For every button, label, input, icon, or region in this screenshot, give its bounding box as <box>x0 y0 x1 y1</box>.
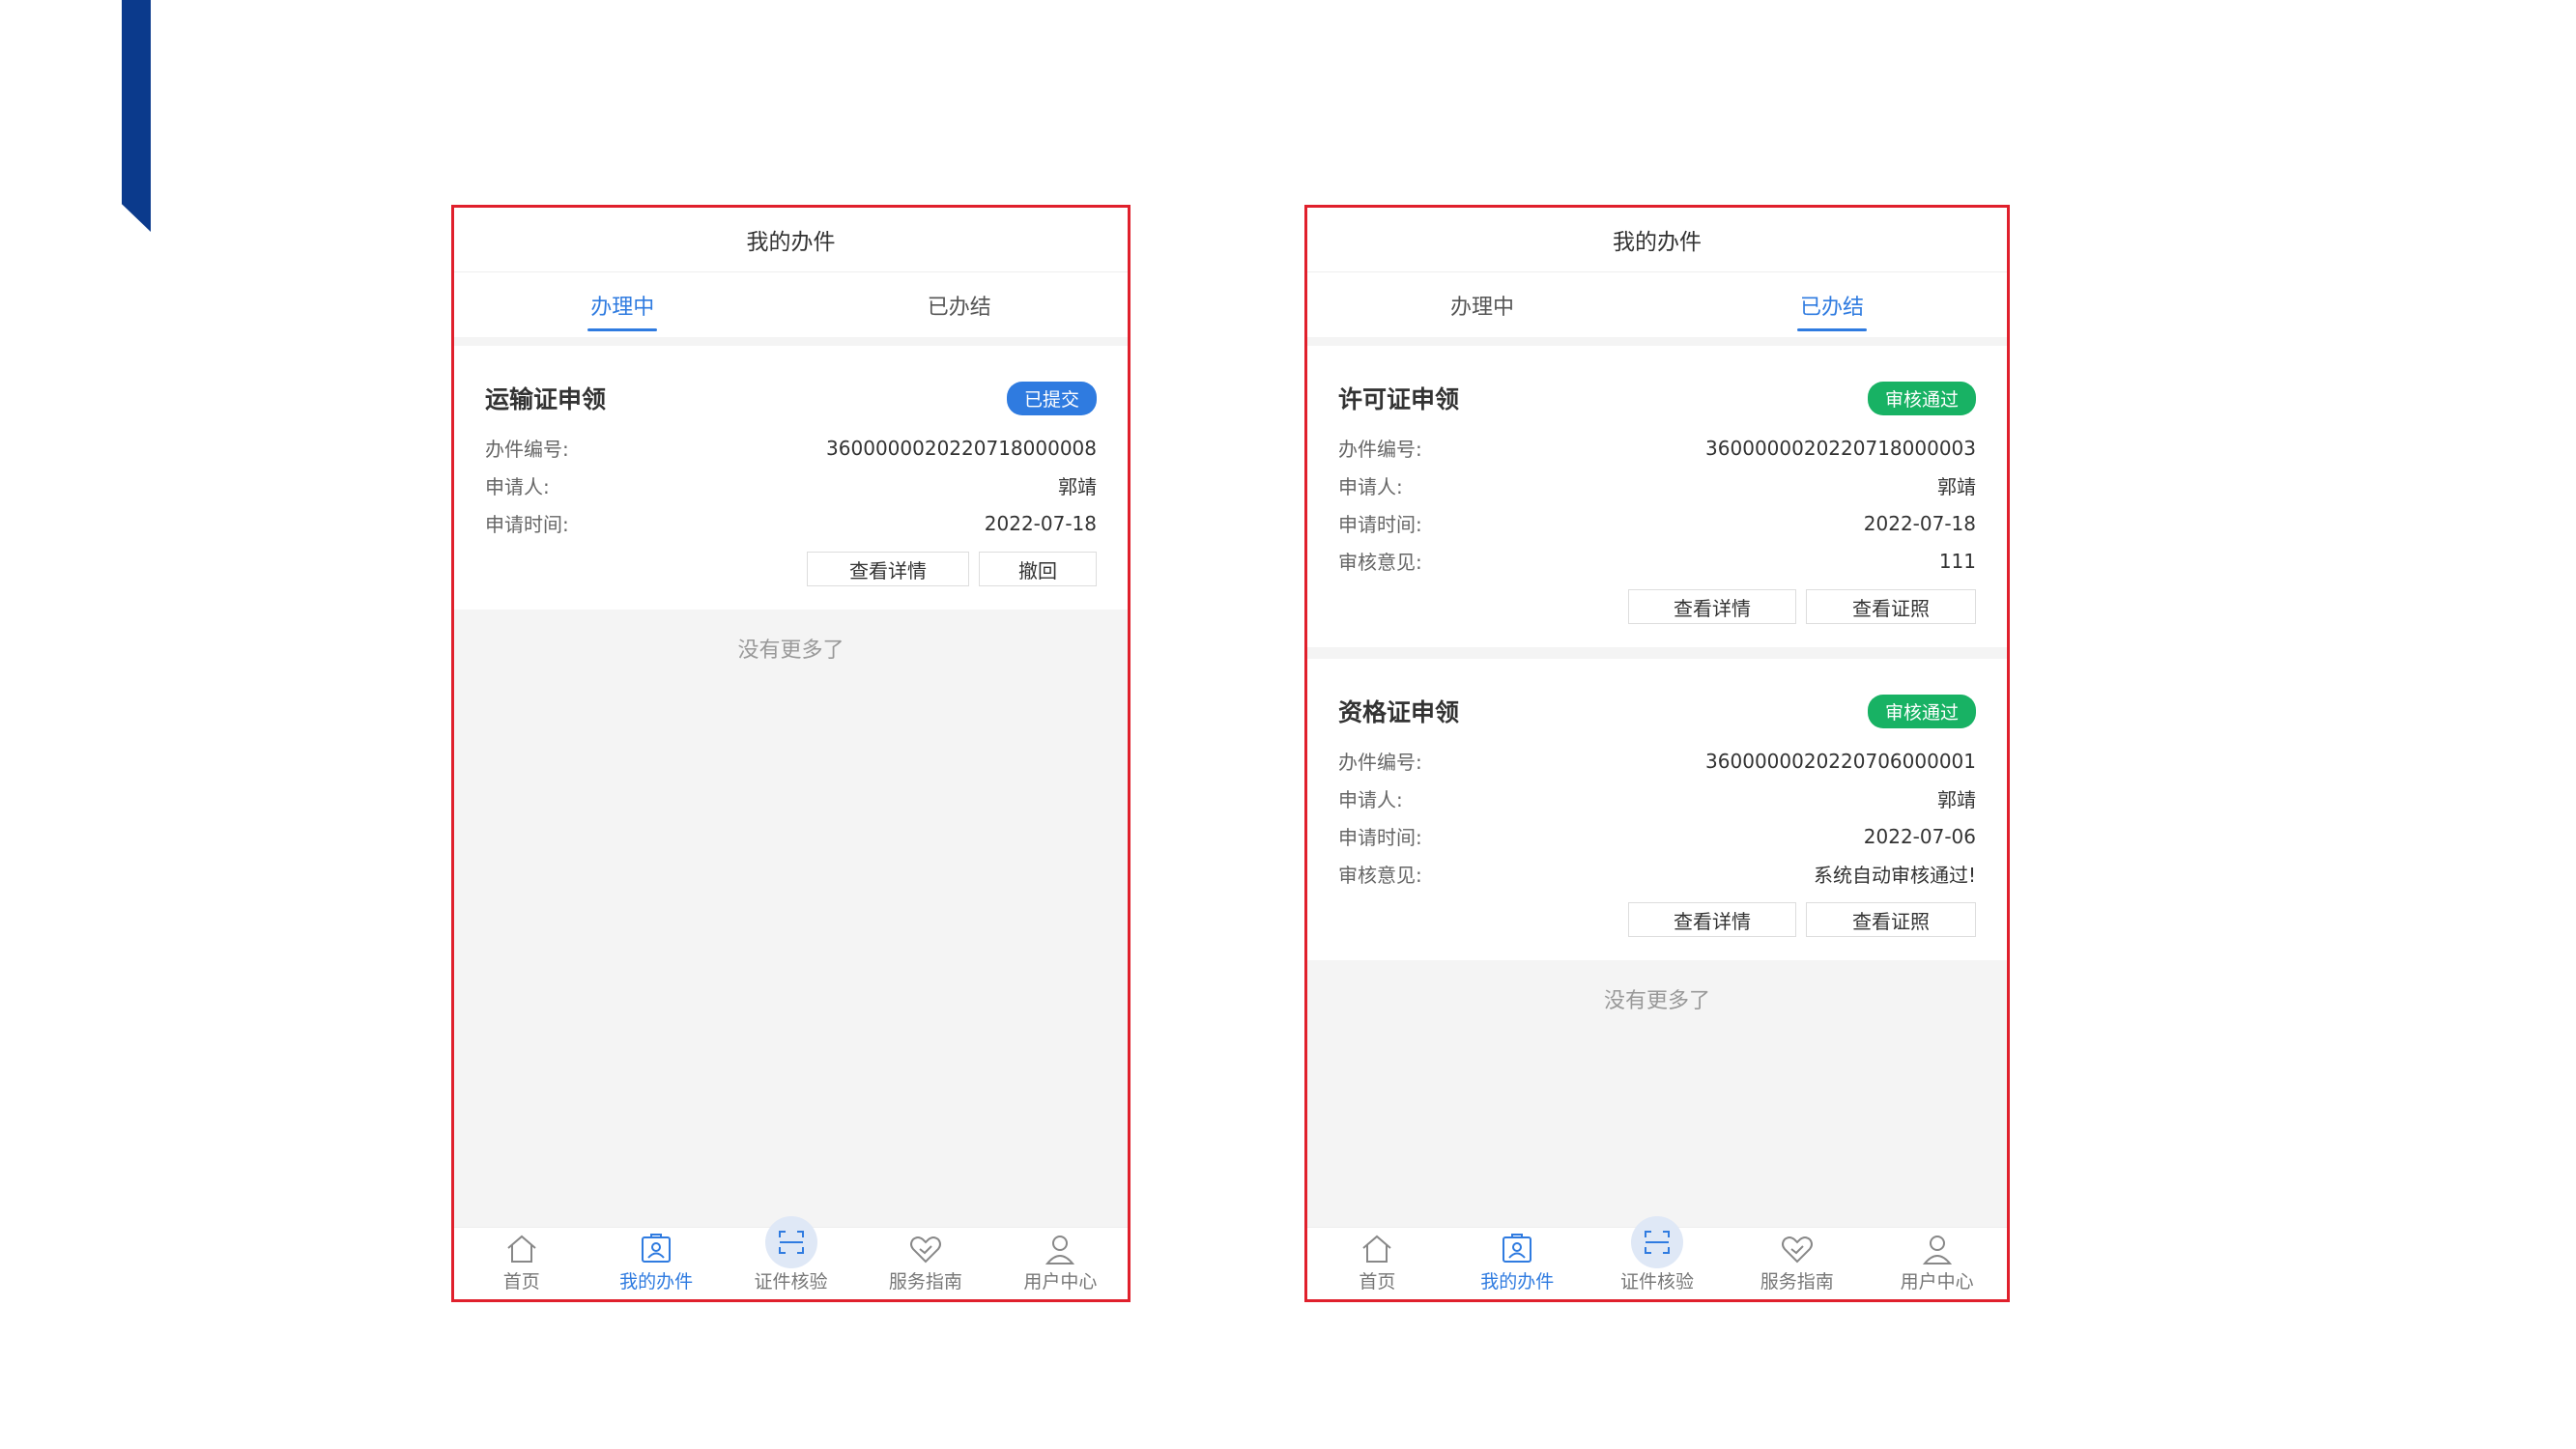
field-label: 办件编号: <box>1338 438 1422 461</box>
field-value: 郭靖 <box>1937 475 1976 498</box>
tabbar-guide[interactable]: 服务指南 <box>858 1228 992 1299</box>
user-icon <box>1922 1236 1952 1264</box>
tabbar-label: 用户中心 <box>1023 1271 1098 1293</box>
scan-icon <box>778 1231 804 1254</box>
tabbar-label: 用户中心 <box>1900 1271 1974 1293</box>
handshake-heart-icon <box>1781 1236 1813 1264</box>
case-row-number: 办件编号: 3600000020220718000003 <box>1338 429 1976 467</box>
case-title: 运输证申领 <box>485 385 607 413</box>
tab-completed[interactable]: 已办结 <box>1657 272 2007 337</box>
case-card: 许可证申领 审核通过 办件编号: 3600000020220718000003 … <box>1307 346 2007 647</box>
case-card: 运输证申领 已提交 办件编号: 3600000020220718000008 申… <box>454 346 1128 610</box>
home-icon <box>507 1235 536 1263</box>
field-label: 办件编号: <box>1338 751 1422 774</box>
case-list: 运输证申领 已提交 办件编号: 3600000020220718000008 申… <box>454 337 1128 664</box>
withdraw-button[interactable]: 撤回 <box>979 552 1097 586</box>
home-icon <box>1362 1235 1392 1263</box>
status-badge: 审核通过 <box>1867 694 1976 728</box>
case-row-applicant: 申请人: 郭靖 <box>1338 780 1976 817</box>
tab-completed[interactable]: 已办结 <box>791 272 1129 337</box>
field-value: 2022-07-06 <box>1863 824 1976 848</box>
tabbar-verify[interactable]: 证件核验 <box>724 1216 858 1299</box>
tabbar-user[interactable]: 用户中心 <box>1867 1228 2007 1299</box>
case-row-review: 审核意见: 111 <box>1338 542 1976 580</box>
case-row-date: 申请时间: 2022-07-18 <box>485 504 1097 542</box>
status-badge: 已提交 <box>1006 381 1097 415</box>
bottom-tabbar: 首页 我的办件 证件核验 服务指南 用户中心 <box>454 1216 1128 1299</box>
field-label: 审核意见: <box>1338 864 1422 887</box>
user-icon <box>1045 1236 1075 1264</box>
scan-icon <box>1644 1231 1670 1254</box>
field-value: 2022-07-18 <box>1863 511 1976 535</box>
tabbar-user[interactable]: 用户中心 <box>993 1228 1128 1299</box>
case-list: 许可证申领 审核通过 办件编号: 3600000020220718000003 … <box>1307 337 2007 1014</box>
case-row-review: 审核意见: 系统自动审核通过! <box>1338 855 1976 893</box>
view-details-button[interactable]: 查看详情 <box>807 552 969 586</box>
case-row-date: 申请时间: 2022-07-06 <box>1338 817 1976 855</box>
case-title: 许可证申领 <box>1338 385 1460 413</box>
status-tabs: 办理中 已办结 <box>1307 272 2007 337</box>
field-label: 申请人: <box>1338 788 1403 811</box>
field-label: 审核意见: <box>1338 551 1422 574</box>
case-row-applicant: 申请人: 郭靖 <box>1338 467 1976 504</box>
id-card-icon <box>642 1234 672 1263</box>
id-card-icon <box>1503 1234 1532 1263</box>
field-value: 3600000020220718000008 <box>826 436 1097 460</box>
tab-in-progress[interactable]: 办理中 <box>1307 272 1657 337</box>
bottom-tabbar: 首页 我的办件 证件核验 服务指南 用户中心 <box>1307 1216 2007 1299</box>
view-details-button[interactable]: 查看详情 <box>1628 589 1796 624</box>
case-card: 资格证申领 审核通过 办件编号: 3600000020220706000001 … <box>1307 659 2007 960</box>
case-row-applicant: 申请人: 郭靖 <box>485 467 1097 504</box>
tab-in-progress[interactable]: 办理中 <box>454 272 791 337</box>
field-value: 2022-07-18 <box>984 511 1097 535</box>
tabbar-label: 服务指南 <box>1760 1271 1834 1293</box>
tabbar-label: 我的办件 <box>1480 1271 1555 1293</box>
field-label: 申请人: <box>485 475 550 498</box>
no-more-text: 没有更多了 <box>737 639 844 663</box>
view-license-button[interactable]: 查看证照 <box>1806 589 1976 624</box>
tabbar-label: 服务指南 <box>888 1271 962 1293</box>
field-value: 3600000020220718000003 <box>1705 436 1976 460</box>
field-value: 系统自动审核通过! <box>1813 864 1976 887</box>
tabbar-my-cases[interactable]: 我的办件 <box>1447 1228 1588 1299</box>
case-row-number: 办件编号: 3600000020220706000001 <box>1338 742 1976 780</box>
tabbar-verify[interactable]: 证件核验 <box>1588 1216 1728 1299</box>
field-label: 申请时间: <box>1338 826 1422 849</box>
tabbar-my-cases[interactable]: 我的办件 <box>588 1228 723 1299</box>
case-title: 资格证申领 <box>1338 698 1460 726</box>
case-row-date: 申请时间: 2022-07-18 <box>1338 504 1976 542</box>
tabbar-guide[interactable]: 服务指南 <box>1727 1228 1867 1299</box>
phone-screen-completed: 我的办件 办理中 已办结 许可证申领 审核通过 办件编号: 3600000020… <box>1304 205 2010 1302</box>
field-label: 申请人: <box>1338 475 1403 498</box>
nav-title: 我的办件 <box>454 208 1128 272</box>
field-label: 申请时间: <box>485 513 569 536</box>
tabbar-label: 首页 <box>502 1271 540 1293</box>
slide-accent-bar <box>122 0 151 232</box>
field-label: 申请时间: <box>1338 513 1422 536</box>
field-value: 3600000020220706000001 <box>1705 749 1976 773</box>
tabbar-label: 我的办件 <box>619 1271 694 1293</box>
status-badge: 审核通过 <box>1867 381 1976 415</box>
no-more-text: 没有更多了 <box>1603 989 1710 1013</box>
phone-screen-in-progress: 我的办件 办理中 已办结 运输证申领 已提交 办件编号: 36000000202… <box>451 205 1131 1302</box>
tabbar-label: 首页 <box>1359 1271 1396 1293</box>
tabbar-home[interactable]: 首页 <box>1307 1228 1447 1299</box>
nav-title: 我的办件 <box>1307 208 2007 272</box>
view-details-button[interactable]: 查看详情 <box>1628 902 1796 937</box>
view-license-button[interactable]: 查看证照 <box>1806 902 1976 937</box>
tabbar-label: 证件核验 <box>1619 1271 1694 1293</box>
tabbar-label: 证件核验 <box>754 1271 828 1293</box>
field-value: 郭靖 <box>1937 788 1976 811</box>
case-row-number: 办件编号: 3600000020220718000008 <box>485 429 1097 467</box>
tabbar-home[interactable]: 首页 <box>454 1228 588 1299</box>
field-value: 郭靖 <box>1058 475 1097 498</box>
field-value: 111 <box>1938 549 1976 573</box>
status-tabs: 办理中 已办结 <box>454 272 1128 337</box>
handshake-heart-icon <box>909 1236 941 1264</box>
field-label: 办件编号: <box>485 438 569 461</box>
